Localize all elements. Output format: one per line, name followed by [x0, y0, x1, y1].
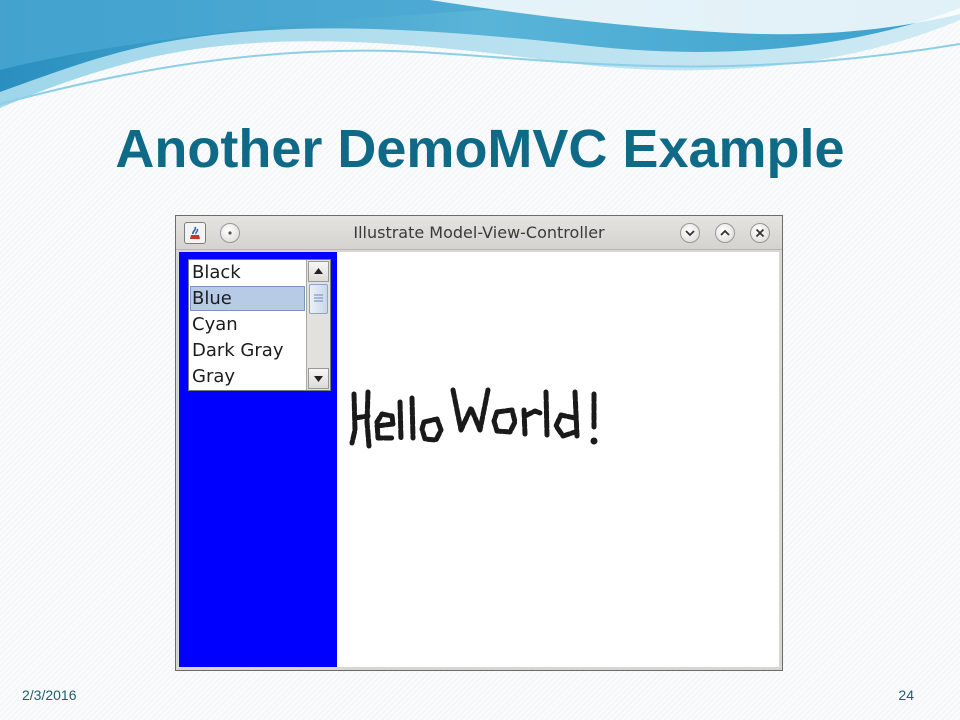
grip-icon — [314, 294, 323, 302]
scroll-thumb[interactable] — [309, 284, 328, 314]
list-item-black[interactable]: Black — [190, 260, 305, 285]
maximize-button[interactable] — [715, 223, 735, 243]
chevron-down-icon — [685, 230, 695, 237]
list-item-gray[interactable]: Gray — [190, 364, 305, 389]
window-titlebar[interactable]: Illustrate Model-View-Controller — [176, 216, 782, 250]
color-list[interactable]: Black Blue Cyan Dark Gray Gray — [188, 259, 331, 391]
minimize-button[interactable] — [680, 223, 700, 243]
decorative-wave-header — [0, 0, 960, 108]
list-scrollbar[interactable] — [306, 260, 330, 390]
slide-page-number: 24 — [898, 687, 914, 703]
slide-date: 2/3/2016 — [22, 687, 77, 703]
app-window: Illustrate Model-View-Controller Black B… — [175, 215, 783, 671]
color-panel: Black Blue Cyan Dark Gray Gray — [179, 252, 337, 667]
scroll-down-button[interactable] — [308, 368, 329, 389]
list-item-cyan[interactable]: Cyan — [190, 312, 305, 337]
close-icon — [755, 228, 765, 238]
scroll-down-arrow-icon — [314, 376, 323, 382]
close-button[interactable] — [750, 223, 770, 243]
color-list-items: Black Blue Cyan Dark Gray Gray — [189, 260, 306, 390]
drawing-canvas[interactable] — [337, 252, 779, 667]
chevron-up-icon — [720, 229, 730, 236]
list-item-blue[interactable]: Blue — [190, 286, 305, 311]
slide-title: Another DemoMVC Example — [115, 119, 845, 179]
hand-drawn-hello-world — [349, 387, 598, 449]
scroll-up-arrow-icon — [314, 268, 323, 274]
window-content: Black Blue Cyan Dark Gray Gray — [179, 252, 779, 667]
list-item-dark-gray[interactable]: Dark Gray — [190, 338, 305, 363]
scroll-up-button[interactable] — [308, 261, 329, 282]
